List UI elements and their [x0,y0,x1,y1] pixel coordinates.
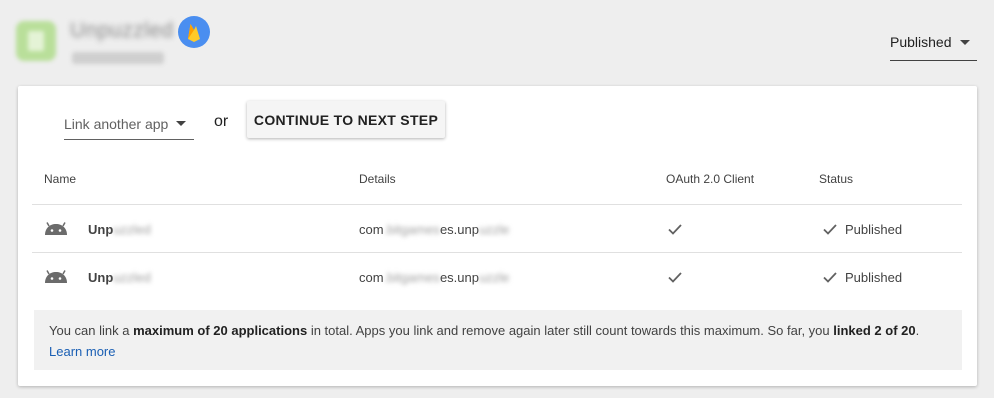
status-text: Published [845,269,903,285]
caret-down-icon [176,121,187,126]
app-name-cell: Unp uzzled [88,205,151,253]
learn-more-link[interactable]: Learn more [49,344,115,359]
details-prefix: com [359,221,384,237]
column-header-oauth: OAuth 2.0 Client [666,172,755,186]
app-icon [16,21,56,61]
details-cell: com .bitgames es.unp uzzle [359,205,509,253]
details-suffix: es.unp [439,269,479,285]
caret-down-icon [959,39,970,45]
details-prefix: com [359,269,384,285]
info-text-1: You can link a [49,323,134,338]
link-limit-info: You can link a maximum of 20 application… [34,310,962,370]
column-header-status: Status [819,172,854,186]
link-select-label: Link another app [64,115,169,132]
info-bold-count: linked 2 of 20 [833,323,916,338]
app-name-cell: Unp uzzled [88,253,151,301]
table-row[interactable]: Unp uzzled com .bitgames es.unp uzzle Publis… [32,204,962,252]
column-header-details: Details [359,172,396,186]
status-dropdown-value: Published [890,34,952,50]
continue-button[interactable]: CONTINUE TO NEXT STEP [247,101,445,138]
app-name-visible: Unp [88,269,114,285]
details-blurred: .bitgames [383,221,440,237]
details-suffix: es.unp [439,221,479,237]
app-name: Unpuzzled [70,19,174,42]
android-icon [44,205,72,253]
status-cell: Published [823,253,902,301]
table-row[interactable]: Unp uzzled com .bitgames es.unp uzzle Publis… [32,252,962,300]
status-cell: Published [823,205,902,253]
details-blurred: .bitgames [383,269,440,285]
details-tail-blurred: uzzle [478,269,510,285]
firebase-icon [178,16,210,48]
app-subtitle [72,52,164,64]
info-text-3: . [915,323,920,338]
link-another-app-select[interactable]: Link another app [64,108,194,140]
details-cell: com .bitgames es.unp uzzle [359,253,509,301]
info-bold-max: maximum of 20 applications [133,323,308,338]
column-header-name: Name [44,172,77,186]
app-name-visible: Unp [88,221,114,237]
app-name-blurred: uzzled [113,269,151,285]
linked-apps-card: Link another app or CONTINUE TO NEXT STE… [18,86,977,386]
status-dropdown[interactable]: Published [890,24,977,61]
app-name-blurred: uzzled [113,221,151,237]
check-icon [668,205,684,253]
status-text: Published [845,221,903,237]
or-separator: or [214,113,229,130]
details-tail-blurred: uzzle [478,221,510,237]
android-icon [44,253,72,301]
check-icon [668,253,684,301]
check-icon [823,271,837,283]
info-text-2: in total. Apps you link and remove again… [307,323,834,338]
check-icon [823,223,837,235]
